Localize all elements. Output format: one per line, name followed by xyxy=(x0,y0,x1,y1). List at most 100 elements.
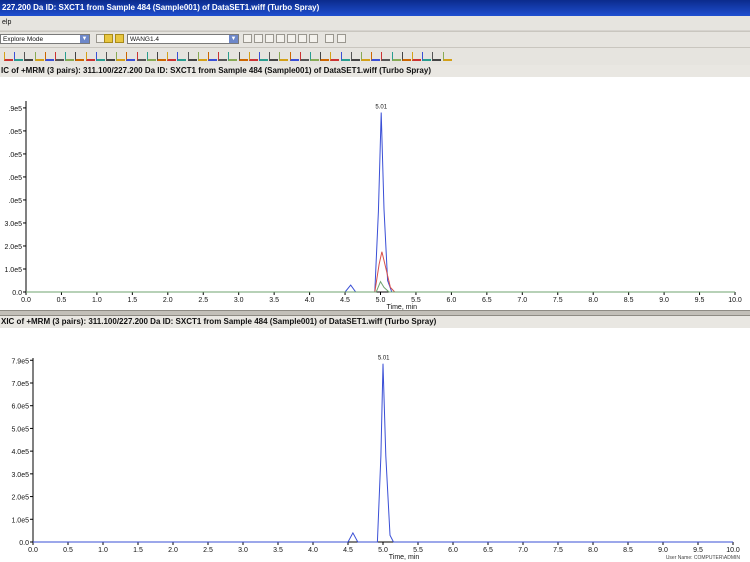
tool-icon[interactable] xyxy=(116,52,126,61)
tool-icon[interactable] xyxy=(340,52,350,61)
tool-icon[interactable] xyxy=(391,52,401,61)
lock-icon[interactable] xyxy=(337,34,346,43)
xic-chart-1[interactable]: 0.0 1.0e5 2.0e5 3.0e5 .0e5 .0e5 .0e5 .0e5 .9e5 0.… xyxy=(0,79,750,310)
tool-icon[interactable] xyxy=(269,52,279,61)
x-tick-label: 2.5 xyxy=(198,297,208,304)
tool-icon[interactable] xyxy=(432,52,442,61)
tool-icon[interactable] xyxy=(157,52,166,61)
tool-icon[interactable] xyxy=(310,52,319,61)
y-tick-label: 7.9e5 xyxy=(11,358,29,365)
tool-icon[interactable] xyxy=(136,52,146,61)
y-tick-label: 0.0 xyxy=(19,540,29,547)
y-tick-label: 2.0e5 xyxy=(4,244,22,251)
y-tick-label: 7.0e5 xyxy=(11,381,29,388)
tool-icon[interactable] xyxy=(197,52,207,61)
window-icon[interactable] xyxy=(309,34,318,43)
tool-icon[interactable] xyxy=(325,34,334,43)
xic-chart-2[interactable]: 0.0 1.0e5 2.0e5 3.0e5 4.0e5 5.0e5 6.0e5 7.0e5 7.… xyxy=(0,330,750,562)
window-icon[interactable] xyxy=(298,34,307,43)
chevron-down-icon: ▼ xyxy=(80,35,89,43)
x-tick-label: 7.0 xyxy=(517,297,527,304)
spectrum-icon[interactable] xyxy=(254,34,263,43)
tool-icon[interactable] xyxy=(55,52,64,61)
tool-icon[interactable] xyxy=(422,52,432,61)
tool-icon[interactable] xyxy=(289,52,299,61)
tool-icon[interactable] xyxy=(167,52,177,61)
toolbar-primary: Explore Mode ▼ WANG1.4 ▼ xyxy=(0,31,750,47)
x-tick-label: 6.5 xyxy=(482,297,492,304)
open-folder-icon[interactable] xyxy=(115,34,124,43)
tool-icon[interactable] xyxy=(187,52,197,61)
chevron-down-icon: ▼ xyxy=(229,35,238,43)
tool-icon[interactable] xyxy=(44,52,54,61)
tool-icon[interactable] xyxy=(177,52,187,61)
x-tick-label: 1.5 xyxy=(127,297,137,304)
series-line-3 xyxy=(26,280,735,293)
tool-icon[interactable] xyxy=(279,52,289,61)
pane-title: IC of +MRM (3 pairs): 311.100/227.200 Da… xyxy=(0,65,750,77)
folder-icon[interactable] xyxy=(104,34,113,43)
mode-select[interactable]: Explore Mode ▼ xyxy=(0,34,90,44)
x-tick-label: 8.5 xyxy=(623,547,633,554)
x-tick-label: 3.0 xyxy=(238,547,248,554)
tool-icon[interactable] xyxy=(299,52,309,61)
tool-icon[interactable] xyxy=(75,52,85,61)
tool-icon[interactable] xyxy=(401,52,411,61)
tool-icon[interactable] xyxy=(95,52,105,61)
tool-icon[interactable] xyxy=(330,52,340,61)
tool-icon[interactable] xyxy=(126,52,136,61)
x-tick-label: 7.0 xyxy=(518,547,528,554)
tool-icon[interactable] xyxy=(259,52,268,61)
y-tick-label: 5.0e5 xyxy=(11,426,29,433)
y-tick-label: .0e5 xyxy=(8,129,22,136)
x-tick-label: 5.5 xyxy=(413,547,423,554)
y-tick-label: 0.0 xyxy=(12,290,22,297)
x-tick-label: 1.0 xyxy=(98,547,108,554)
tool-icon[interactable] xyxy=(106,52,115,61)
tool-icon[interactable] xyxy=(14,52,24,61)
window-icon[interactable] xyxy=(265,34,274,43)
window-icon[interactable] xyxy=(276,34,285,43)
tool-icon[interactable] xyxy=(85,52,95,61)
y-tick-label: 6.0e5 xyxy=(11,404,29,411)
x-tick-label: 9.5 xyxy=(695,297,705,304)
dataset-select[interactable]: WANG1.4 ▼ xyxy=(127,34,239,44)
tool-icon[interactable] xyxy=(218,52,228,61)
y-tick-label: .0e5 xyxy=(8,198,22,205)
tool-icon[interactable] xyxy=(4,52,13,61)
x-tick-label: 4.5 xyxy=(343,547,353,554)
y-tick-label: 2.0e5 xyxy=(11,495,29,502)
x-tick-label: 4.5 xyxy=(340,297,350,304)
y-tick-label: .0e5 xyxy=(8,175,22,182)
tool-icon[interactable] xyxy=(412,52,421,61)
tool-icon[interactable] xyxy=(361,52,370,61)
chart-icon[interactable] xyxy=(243,34,252,43)
tool-icon[interactable] xyxy=(320,52,330,61)
y-tick-label: 1.0e5 xyxy=(4,267,22,274)
tool-icon[interactable] xyxy=(442,52,452,61)
x-tick-label: 6.0 xyxy=(447,297,457,304)
tool-icon[interactable] xyxy=(24,52,34,61)
tool-icon[interactable] xyxy=(350,52,360,61)
x-tick-label: 2.0 xyxy=(168,547,178,554)
x-tick-label: 9.0 xyxy=(658,547,668,554)
x-tick-label: 10.0 xyxy=(726,547,740,554)
tool-icon[interactable] xyxy=(208,52,217,61)
window-icon[interactable] xyxy=(287,34,296,43)
x-tick-label: 0.0 xyxy=(21,297,31,304)
menu-help[interactable]: elp xyxy=(2,19,11,26)
tool-icon[interactable] xyxy=(34,52,44,61)
series-line-1 xyxy=(26,112,735,293)
x-tick-label: 7.5 xyxy=(553,297,563,304)
tool-icon[interactable] xyxy=(238,52,248,61)
dataset-select-value: WANG1.4 xyxy=(130,36,160,43)
tool-icon[interactable] xyxy=(146,52,156,61)
pane-title: XIC of +MRM (3 pairs): 311.100/227.200 D… xyxy=(0,316,750,328)
tool-icon[interactable] xyxy=(371,52,381,61)
x-tick-label: 5.0 xyxy=(376,297,386,304)
tool-icon[interactable] xyxy=(228,52,238,61)
x-tick-label: 0.5 xyxy=(63,547,73,554)
tool-icon[interactable] xyxy=(248,52,258,61)
tool-icon[interactable] xyxy=(65,52,75,61)
tool-icon[interactable] xyxy=(381,52,391,61)
